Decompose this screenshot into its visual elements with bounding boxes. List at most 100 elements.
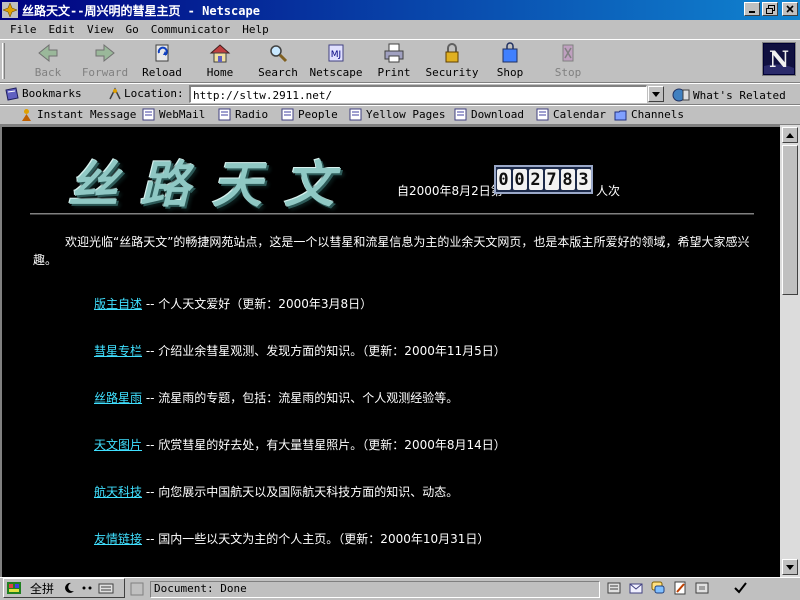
- calendar-label: Calendar: [553, 108, 606, 121]
- page-content: 丝路天文 自2000年8月2日第 0 0 2 7 8 3 人次 欢迎光临“丝路天…: [0, 125, 780, 577]
- page-icon: [218, 108, 231, 121]
- page-icon: [349, 108, 362, 121]
- netscape-logo[interactable]: N: [762, 42, 796, 76]
- personal-toolbar: Instant Message WebMail Radio People Yel…: [0, 105, 800, 125]
- composer-icon[interactable]: [672, 580, 688, 596]
- radio-link[interactable]: Radio: [218, 108, 268, 121]
- link-meteor-showers[interactable]: 丝路星雨: [94, 391, 142, 405]
- scroll-thumb[interactable]: [782, 145, 798, 295]
- menu-go[interactable]: Go: [120, 23, 145, 36]
- menu-file[interactable]: File: [4, 23, 43, 36]
- link-comet-column[interactable]: 彗星专栏: [94, 344, 142, 358]
- whats-related-button[interactable]: What's Related: [672, 87, 786, 103]
- netscape-button[interactable]: MJ Netscape: [308, 42, 364, 80]
- security-status-icon[interactable]: [694, 580, 710, 596]
- search-button[interactable]: Search: [250, 42, 306, 80]
- link-space-tech[interactable]: 航天科技: [94, 485, 142, 499]
- menu-view[interactable]: View: [81, 23, 120, 36]
- forward-label: Forward: [81, 66, 129, 79]
- stop-label: Stop: [554, 66, 582, 79]
- yellow-pages-link[interactable]: Yellow Pages: [349, 108, 445, 121]
- list-item: 友情链接 -- 国内一些以天文为主的个人主页。（更新：2000年10月31日）: [94, 530, 489, 547]
- menu-help[interactable]: Help: [236, 23, 275, 36]
- link-astro-photos[interactable]: 天文图片: [94, 438, 142, 452]
- maximize-button[interactable]: [762, 2, 778, 16]
- vertical-scrollbar[interactable]: [780, 125, 800, 577]
- ime-toolbar[interactable]: 全拼: [3, 578, 125, 598]
- home-button[interactable]: Home: [192, 42, 248, 80]
- checkmark-icon: [734, 582, 747, 594]
- people-link[interactable]: People: [281, 108, 338, 121]
- status-text: Document: Done: [150, 581, 600, 598]
- moon-icon[interactable]: [60, 580, 78, 596]
- radio-label: Radio: [235, 108, 269, 121]
- link-description: -- 个人天文爱好（更新：2000年3月8日）: [142, 297, 373, 311]
- link-author-intro[interactable]: 版主自述: [94, 297, 142, 311]
- netscape-label: Netscape: [309, 66, 363, 79]
- counter-suffix: 人次: [596, 184, 621, 198]
- document-status-icon: [130, 582, 144, 596]
- menu-communicator[interactable]: Communicator: [145, 23, 236, 36]
- intro-paragraph: 欢迎光临“丝路天文”的畅捷网苑站点，这是一个以彗星和流星信息为主的业余天文网页，…: [33, 235, 750, 267]
- channels-link[interactable]: Channels: [614, 108, 684, 121]
- ime-logo-icon: [4, 580, 24, 596]
- list-item: 航天科技 -- 向您展示中国航天以及国际航天科技方面的知识、动态。: [94, 483, 458, 500]
- list-item: 丝路星雨 -- 流星雨的专题，包括：流星雨的知识、个人观测经验等。: [94, 389, 458, 406]
- counter-digit: 2: [528, 169, 543, 190]
- scroll-down-button[interactable]: [782, 559, 798, 575]
- location-toolbar: Bookmarks Location: http://sltw.2911.net…: [0, 83, 800, 105]
- minimize-button[interactable]: [744, 2, 760, 16]
- calendar-link[interactable]: Calendar: [536, 108, 606, 121]
- navigator-icon[interactable]: [606, 580, 622, 596]
- counter-prefix: 自2000年8月2日第: [397, 184, 503, 198]
- toolbar-grip[interactable]: [2, 43, 5, 79]
- punctuation-icon[interactable]: [78, 580, 96, 596]
- forward-button[interactable]: Forward: [77, 42, 133, 80]
- svg-text:N: N: [769, 47, 789, 73]
- back-button[interactable]: Back: [20, 42, 76, 80]
- download-link[interactable]: Download: [454, 108, 524, 121]
- restore-icon: [765, 4, 775, 14]
- webmail-label: WebMail: [159, 108, 206, 121]
- channels-label: Channels: [631, 108, 684, 121]
- print-button[interactable]: Print: [366, 42, 422, 80]
- navigation-toolbar: Back Forward Reload Home Search MJ Netsc…: [0, 39, 800, 83]
- yellow-pages-label: Yellow Pages: [366, 108, 446, 121]
- chevron-down-icon: [652, 91, 660, 97]
- divider: [30, 213, 754, 215]
- stop-button[interactable]: Stop: [540, 42, 596, 80]
- list-item: 天文图片 -- 欣赏彗星的好去处，有大量彗星照片。（更新：2000年8月14日）: [94, 436, 506, 453]
- visitor-counter: 0 0 2 7 8 3: [494, 165, 593, 194]
- location-dropdown-button[interactable]: [648, 86, 664, 102]
- security-button[interactable]: Security: [424, 42, 480, 80]
- keyboard-icon[interactable]: [96, 580, 116, 596]
- close-icon: [786, 5, 794, 13]
- page-icon: [142, 108, 155, 121]
- instant-message-link[interactable]: Instant Message: [20, 108, 136, 121]
- reload-icon: [155, 44, 169, 62]
- close-button[interactable]: [782, 2, 798, 16]
- menu-edit[interactable]: Edit: [43, 23, 82, 36]
- discussion-icon[interactable]: [650, 580, 666, 596]
- bookmarks-button[interactable]: Bookmarks: [22, 87, 82, 100]
- reload-button[interactable]: Reload: [134, 42, 190, 80]
- link-description: -- 向您展示中国航天以及国际航天科技方面的知识、动态。: [142, 485, 459, 499]
- status-bar: 全拼 Document: Done: [0, 577, 800, 600]
- security-label: Security: [425, 66, 479, 79]
- webmail-link[interactable]: WebMail: [142, 108, 205, 121]
- print-label: Print: [377, 66, 411, 79]
- scroll-up-button[interactable]: [782, 127, 798, 143]
- home-label: Home: [206, 66, 234, 79]
- link-friend-links[interactable]: 友情链接: [94, 532, 142, 546]
- location-input[interactable]: http://sltw.2911.net/: [189, 85, 647, 103]
- shop-button[interactable]: Shop: [482, 42, 538, 80]
- search-icon: [270, 45, 288, 63]
- shop-bag-icon: [502, 42, 518, 63]
- netscape-n-icon: N: [764, 44, 794, 74]
- ime-mode-label[interactable]: 全拼: [24, 580, 60, 596]
- mail-icon[interactable]: [628, 580, 644, 596]
- reload-label: Reload: [142, 66, 182, 79]
- minimize-icon: [749, 11, 755, 13]
- netscape-app-icon: [2, 2, 18, 18]
- lock-icon: [445, 43, 459, 63]
